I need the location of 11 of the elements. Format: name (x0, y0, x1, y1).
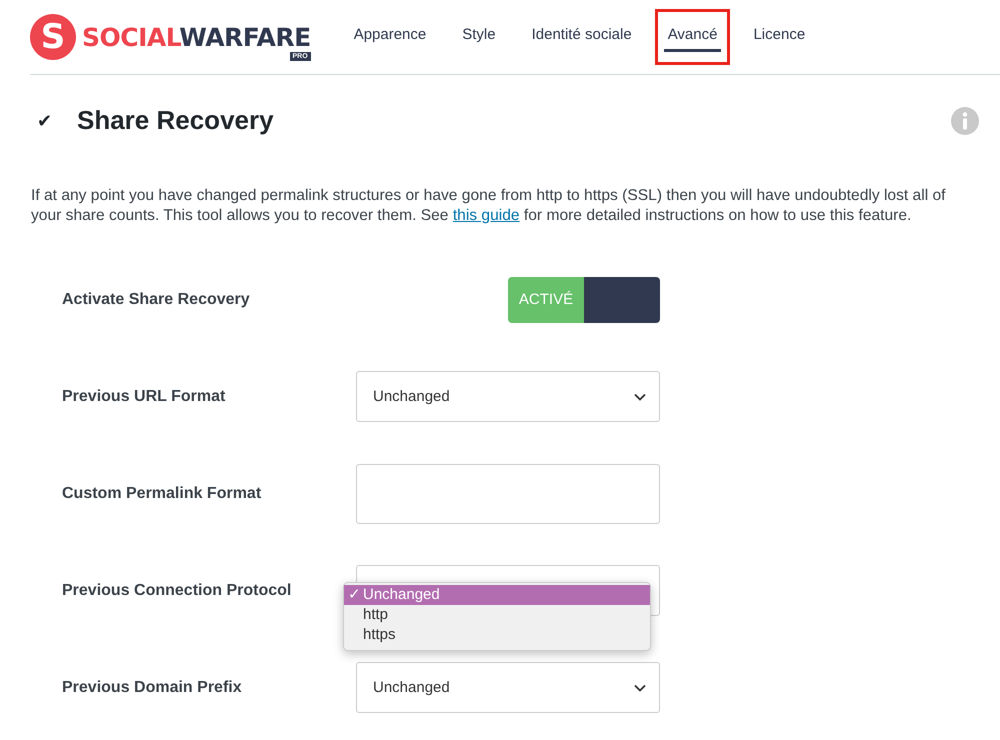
logo-word: WARFARE (179, 23, 311, 52)
setting-label: Previous Domain Prefix (62, 678, 242, 696)
logo-word: SOCIAL (82, 23, 180, 52)
setting-label: Previous URL Format (62, 388, 226, 404)
setting-label: Previous Connection Protocol (62, 582, 292, 598)
setting-label: Activate Share Recovery (62, 290, 250, 308)
logo-circle: S (30, 14, 76, 60)
setting-label: Custom Permalink Format (62, 484, 262, 502)
check-icon: ✔ (37, 110, 77, 132)
section-title: Share Recovery (77, 105, 275, 136)
description: If at any point you have changed permalink structures or have gone from http to https (SSL) then you will have undoubtedly lost all of your share counts. This tool allows you to recover them. See this guide for more detailed instructions on how to use this feature. (31, 186, 946, 226)
